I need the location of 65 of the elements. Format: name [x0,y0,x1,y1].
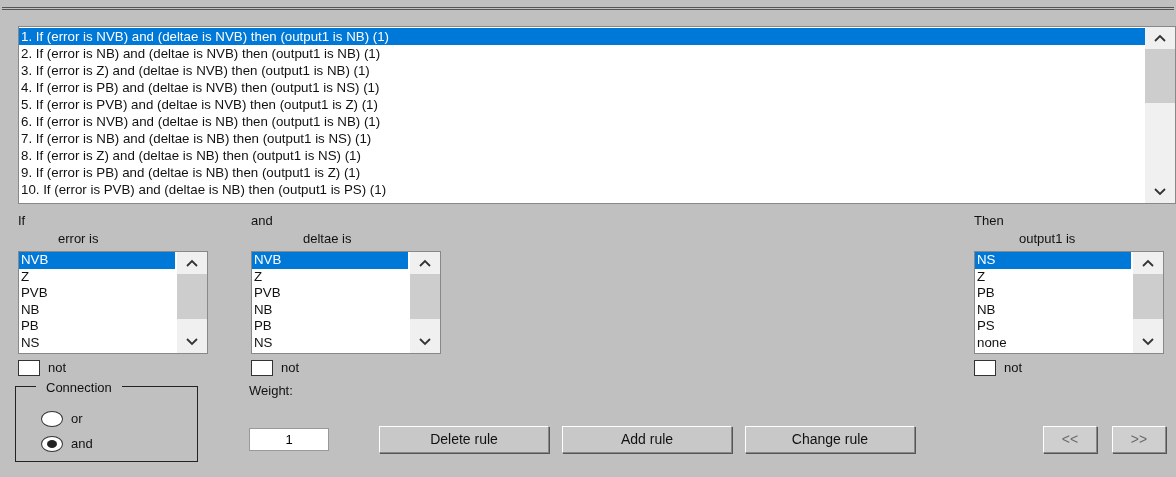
rule-item[interactable]: 8. If (error is Z) and (deltae is NB) then (output1 is NS) (1) [19,147,1145,164]
scroll-thumb[interactable] [410,274,440,319]
scroll-down-icon[interactable] [1153,187,1167,197]
scrollbar[interactable] [177,252,207,353]
scroll-up-icon[interactable] [185,258,199,268]
checkbox[interactable] [974,359,996,376]
rule-item[interactable]: 9. If (error is PB) and (deltae is NB) then (output1 is Z) (1) [19,164,1145,181]
scroll-down-icon[interactable] [1141,337,1155,347]
rule-item[interactable]: 1. If (error is NVB) and (deltae is NVB) then (output1 is NB) (1) [19,28,1145,45]
rule-item[interactable]: 2. If (error is NB) and (deltae is NVB) then (output1 is NB) (1) [19,45,1145,62]
list-item[interactable]: NB [975,301,1133,319]
radio-label: or [71,410,83,429]
list-item[interactable]: PVB [19,285,177,302]
list-item[interactable]: PS [975,318,1133,335]
checkbox-label: not [1004,359,1023,377]
list-item[interactable]: Z [19,268,177,286]
list-item[interactable]: NB [19,301,177,319]
variable-heading: and [251,212,274,230]
list-item[interactable]: NB [252,301,410,319]
scrollbar[interactable] [1133,252,1163,353]
rule-item[interactable]: 5. If (error is PVB) and (deltae is NVB) then (output1 is Z) (1) [19,96,1145,113]
radio-button[interactable] [41,436,63,452]
scroll-thumb[interactable] [1145,49,1175,103]
list-item[interactable]: NS [975,252,1131,269]
scroll-up-icon[interactable] [418,258,432,268]
scroll-up-icon[interactable] [1153,33,1167,43]
list-item[interactable]: Z [252,268,410,286]
scrollbar[interactable] [1145,27,1175,203]
list-item[interactable]: NVB [252,252,408,269]
checkbox[interactable] [18,359,40,376]
scrollbar[interactable] [410,252,440,353]
scroll-thumb[interactable] [1133,274,1163,319]
list-item[interactable]: PB [975,285,1133,302]
variable-label: error is [57,230,100,248]
rule-button[interactable]: Add rule [562,425,732,453]
radio-button[interactable] [41,411,63,427]
scroll-down-icon[interactable] [185,337,199,347]
list-item[interactable]: PB [19,318,177,335]
scroll-up-icon[interactable] [1141,258,1155,268]
checkbox-label: not [48,359,67,377]
scroll-thumb[interactable] [177,274,207,319]
list-item[interactable]: Z [975,268,1133,286]
rule-item[interactable]: 3. If (error is Z) and (deltae is NVB) then (output1 is NB) (1) [19,62,1145,79]
rule-button[interactable]: Delete rule [379,425,549,453]
scroll-down-icon[interactable] [418,337,432,347]
radio-label: and [71,435,93,454]
variable-heading: Then [974,212,1005,230]
list-item[interactable]: PB [252,318,410,335]
weight-field[interactable]: 1 [249,427,329,451]
list-item[interactable]: NVB [19,252,175,269]
weight-label: Weight: [249,381,294,400]
rule-button[interactable]: Change rule [745,425,915,453]
variable-label: output1 is [1018,230,1077,248]
rule-item[interactable]: 7. If (error is NB) and (deltae is NB) then (output1 is NS) (1) [19,130,1145,147]
list-item[interactable]: NS [19,334,177,352]
variable-label: deltae is [302,230,353,248]
rule-item[interactable]: 4. If (error is PB) and (deltae is NVB) then (output1 is NS) (1) [19,79,1145,96]
variable-heading: If [18,212,27,230]
list-item[interactable]: NS [252,334,410,352]
list-item[interactable]: none [975,334,1133,352]
rule-item[interactable]: 6. If (error is NVB) and (deltae is NB) then (output1 is NB) (1) [19,113,1145,130]
rule-item[interactable]: 10. If (error is PVB) and (deltae is NB) then (output1 is PS) (1) [19,181,1145,198]
checkbox-label: not [281,359,300,377]
checkbox[interactable] [251,359,273,376]
list-item[interactable]: PVB [252,285,410,302]
